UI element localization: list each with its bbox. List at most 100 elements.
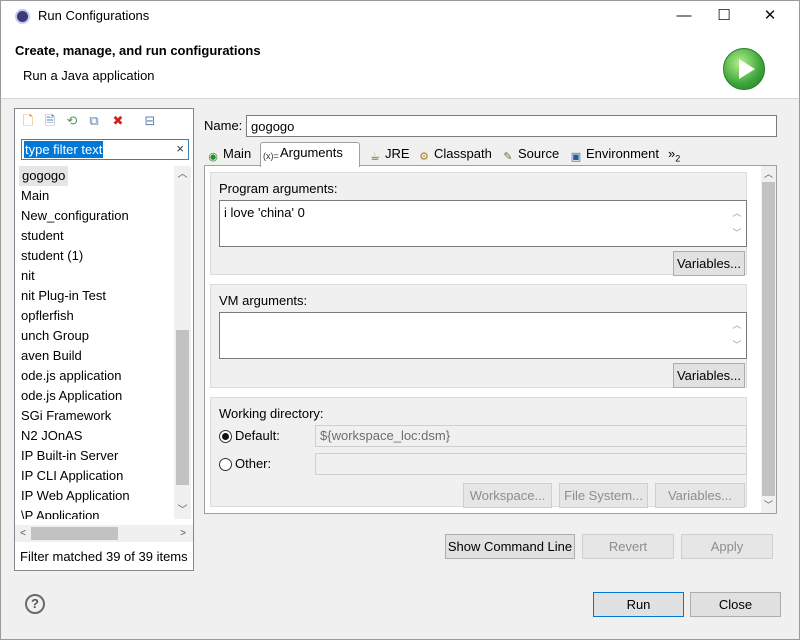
tab-vertical-scrollbar[interactable]: ︿ ﹀ [761,166,776,513]
list-item[interactable]: student (1) [21,246,83,266]
list-item[interactable]: Main [21,186,49,206]
configuration-tree-panel: 🗋 🗎 ⟲ ⧉ ✖ ⊟ type filter text × gogogo Mai… [14,108,194,571]
run-icon [723,48,765,90]
show-command-line-button[interactable]: Show Command Line [445,534,575,559]
scroll-thumb[interactable] [762,182,775,496]
duplicate-icon[interactable]: ⧉ [86,113,102,129]
list-item[interactable]: \P Application [21,506,100,519]
environment-tab-icon: ▣ [570,151,582,163]
apply-button[interactable]: Apply [681,534,773,559]
name-label: Name: [204,118,243,133]
maximize-button[interactable]: ☐ [701,1,747,32]
program-variables-button[interactable]: Variables... [673,251,745,276]
program-arguments-label: Program arguments: [219,181,338,196]
run-button[interactable]: Run [593,592,684,617]
list-item[interactable]: IP Built-in Server [21,446,118,466]
list-item[interactable]: nit [21,266,35,286]
list-item[interactable]: nit Plug-in Test [21,286,106,306]
close-window-button[interactable]: ✕ [747,1,793,32]
source-tab-icon: ✎ [503,151,513,163]
clear-filter-icon[interactable]: × [176,141,184,156]
delete-icon[interactable]: ✖ [110,113,126,129]
list-item[interactable]: IP CLI Application [21,466,123,486]
default-directory-field: ${workspace_loc:dsm} [315,425,747,447]
tab-label: Environment [586,146,659,161]
other-directory-field[interactable] [315,453,747,475]
textarea-scroll-icon[interactable]: ︿ ﹀ [730,315,744,356]
scroll-up-icon[interactable]: ︿ [174,166,191,183]
list-vertical-scrollbar[interactable]: ︿ ﹀ [174,166,191,519]
dialog-header: Create, manage, and run configurations R… [1,32,799,99]
tab-classpath[interactable]: ⚙ Classpath [415,144,497,166]
tab-label: Classpath [434,146,492,161]
close-button[interactable]: Close [690,592,781,617]
title-bar: Run Configurations — ☐ ✕ [1,1,799,32]
help-icon[interactable]: ? [25,594,45,614]
list-item[interactable]: gogogo [19,166,69,186]
working-directory-variables-button[interactable]: Variables... [655,483,745,508]
jre-tab-icon: ☕ [370,151,380,163]
tab-jre[interactable]: ☕ JRE [366,144,412,166]
filter-text: type filter text [24,141,104,158]
window-title: Run Configurations [38,8,150,23]
tab-arguments[interactable]: (x)=Arguments [260,142,360,167]
run-configurations-dialog: Run Configurations — ☐ ✕ Create, manage,… [0,0,800,640]
tab-label: JRE [385,146,410,161]
tab-source[interactable]: ✎ Source [499,144,561,166]
name-field[interactable] [246,115,777,137]
classpath-tab-icon: ⚙ [419,151,429,163]
list-item[interactable]: SGi Framework [21,406,111,426]
tab-environment[interactable]: ▣ Environment [567,144,663,166]
scroll-down-icon[interactable]: ﹀ [761,497,776,513]
arguments-tab-icon: (x)= [263,151,279,161]
working-directory-group: Working directory: Default: ${workspace_… [210,397,747,508]
textarea-scroll-icon[interactable]: ︿ ﹀ [730,203,744,244]
header-subtitle: Run a Java application [23,68,155,83]
scroll-down-icon[interactable]: ﹀ [174,502,191,519]
working-directory-label: Working directory: [219,406,324,421]
file-system-button[interactable]: File System... [559,483,648,508]
scroll-up-icon[interactable]: ︿ [761,166,776,182]
overflow-count: 2 [675,153,681,164]
tab-label: Source [518,146,560,161]
tab-strip: ◉ Main (x)=Arguments ☕ JRE ⚙ Classpath ✎ Sou… [204,142,778,167]
scroll-right-icon[interactable]: > [175,525,191,542]
arguments-tab-panel: Program arguments: i love 'china' 0 ︿ ﹀ V… [204,165,777,514]
scroll-thumb[interactable] [176,330,189,485]
default-radio[interactable] [219,430,232,443]
revert-button[interactable]: Revert [582,534,674,559]
tree-toolbar: 🗋 🗎 ⟲ ⧉ ✖ ⊟ [15,109,193,135]
new-configuration-icon[interactable]: 🗋 [20,113,36,129]
tabs-overflow-button[interactable]: »2 [666,144,686,166]
program-arguments-field[interactable]: i love 'china' 0 ︿ ﹀ [219,200,747,247]
list-item[interactable]: opflerfish [21,306,74,326]
filter-input[interactable]: type filter text × [21,139,189,160]
list-item[interactable]: ode.js application [21,366,121,386]
new-prototype-icon[interactable]: 🗎 [42,113,58,129]
list-item[interactable]: ode.js Application [21,386,122,406]
export-icon[interactable]: ⟲ [64,113,80,129]
scroll-left-icon[interactable]: < [15,525,31,542]
hscroll-thumb[interactable] [31,527,118,540]
program-arguments-text: i love 'china' 0 [224,205,305,220]
collapse-all-icon[interactable]: ⊟ [142,113,158,129]
configuration-list: gogogo Main New_configuration student studen… [17,166,175,519]
list-item[interactable]: aven Build [21,346,82,366]
other-label: Other: [235,456,272,471]
list-item[interactable]: unch Group [21,326,89,346]
workspace-button[interactable]: Workspace... [463,483,552,508]
eclipse-icon [15,9,30,24]
vm-arguments-group: VM arguments: ︿ ﹀ Variables... [210,284,747,388]
list-item[interactable]: IP Web Application [21,486,130,506]
main-tab-icon: ◉ [208,151,218,163]
list-item[interactable]: student [21,226,64,246]
header-title: Create, manage, and run configurations [15,43,261,58]
list-item[interactable]: N2 JOnAS [21,426,82,446]
tab-main[interactable]: ◉ Main [204,144,260,166]
list-horizontal-scrollbar[interactable]: < > [15,525,193,542]
vm-variables-button[interactable]: Variables... [673,363,745,388]
list-item[interactable]: New_configuration [21,206,129,226]
tab-label: Arguments [280,145,343,160]
other-radio[interactable] [219,458,232,471]
vm-arguments-field[interactable]: ︿ ﹀ [219,312,747,359]
